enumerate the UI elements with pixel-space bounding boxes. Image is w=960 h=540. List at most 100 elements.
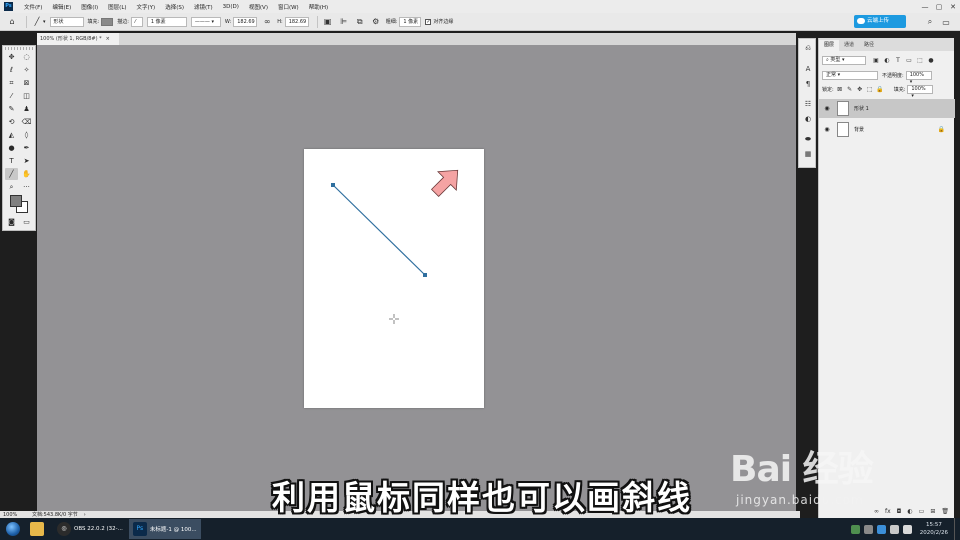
- taskbar-photoshop[interactable]: Ps 未标题-1 @ 100...: [128, 519, 201, 539]
- menu-view[interactable]: 视图(V): [244, 3, 273, 11]
- new-layer-icon[interactable]: ⊞: [930, 508, 935, 518]
- zoom-level[interactable]: 100%: [0, 512, 32, 518]
- tab-layers[interactable]: 图层: [819, 40, 840, 51]
- system-clock[interactable]: 15:57 2020/2/26: [914, 521, 954, 537]
- search-icon[interactable]: ⌕: [924, 16, 936, 28]
- menu-window[interactable]: 窗口(W): [273, 3, 304, 11]
- healing-brush-tool-icon[interactable]: ◫: [20, 90, 33, 102]
- stamp-tool-icon[interactable]: ♟: [20, 103, 33, 115]
- filter-type-icon[interactable]: T: [894, 57, 902, 65]
- dodge-tool-icon[interactable]: ●: [5, 142, 18, 154]
- blur-tool-icon[interactable]: ◊: [20, 129, 33, 141]
- network-icon[interactable]: [889, 524, 899, 534]
- document-info[interactable]: 文档:543.8K/0 字节: [32, 511, 78, 518]
- status-menu-arrow-icon[interactable]: ›: [84, 512, 86, 518]
- lasso-tool-icon[interactable]: ℓ: [5, 64, 18, 76]
- keyboard-icon[interactable]: [863, 524, 873, 534]
- line-tool-icon[interactable]: ╱: [31, 16, 43, 28]
- character-panel-icon[interactable]: A: [802, 64, 814, 75]
- filter-toggle-icon[interactable]: ●: [927, 57, 935, 65]
- foreground-color-swatch[interactable]: [10, 195, 22, 207]
- screen-mode-icon[interactable]: ▭: [20, 216, 33, 228]
- layer-row[interactable]: ◉ 形状 1: [819, 99, 955, 118]
- menu-type[interactable]: 文字(Y): [132, 3, 161, 11]
- document-canvas[interactable]: [304, 149, 484, 408]
- layer-filter-select[interactable]: ⌕ 类型 ▾: [822, 56, 866, 65]
- document-tab[interactable]: 100% (形状 1, RGB/8#) * ×: [37, 33, 119, 45]
- menu-help[interactable]: 帮助(H): [304, 3, 333, 11]
- volume-icon[interactable]: [902, 524, 912, 534]
- lock-artboard-icon[interactable]: ⬚: [866, 86, 874, 94]
- paragraph-panel-icon[interactable]: ¶: [802, 79, 814, 90]
- lock-position-icon[interactable]: ✥: [856, 86, 864, 94]
- toolbar-grip[interactable]: [5, 47, 33, 50]
- type-tool-icon[interactable]: T: [5, 155, 18, 167]
- marquee-tool-icon[interactable]: ◌: [20, 51, 33, 63]
- close-tab-icon[interactable]: ×: [106, 36, 110, 42]
- line-tool-icon[interactable]: ╱: [5, 168, 18, 180]
- history-panel-icon[interactable]: ⎌: [802, 43, 814, 54]
- start-button[interactable]: [0, 518, 26, 540]
- anchor-point-start[interactable]: [331, 183, 335, 187]
- maximize-button[interactable]: ▢: [932, 3, 946, 11]
- eraser-tool-icon[interactable]: ⌫: [20, 116, 33, 128]
- visibility-eye-icon[interactable]: ◉: [822, 126, 832, 133]
- zoom-tool-icon[interactable]: ⌕: [5, 181, 18, 193]
- tray-app-icon[interactable]: [850, 524, 860, 534]
- menu-layer[interactable]: 图层(L): [103, 3, 131, 11]
- anchor-point-end[interactable]: [423, 273, 427, 277]
- tray-app-icon[interactable]: [876, 524, 886, 534]
- stroke-swatch[interactable]: ⁄: [130, 16, 143, 27]
- align-edges-checkbox[interactable]: ✓: [425, 18, 432, 25]
- home-icon[interactable]: ⌂: [6, 16, 18, 28]
- diagonal-line-shape[interactable]: [332, 184, 426, 276]
- hand-tool-icon[interactable]: ✋: [20, 168, 33, 180]
- adjustments-panel-icon[interactable]: ◐: [802, 114, 814, 125]
- path-alignment-icon[interactable]: ⊫: [338, 16, 350, 28]
- brush-tool-icon[interactable]: ✎: [5, 103, 18, 115]
- crop-tool-icon[interactable]: ⌗: [5, 77, 18, 89]
- filter-adjustment-icon[interactable]: ◐: [883, 57, 891, 65]
- menu-file[interactable]: 文件(F): [19, 3, 47, 11]
- filter-shape-icon[interactable]: ▭: [905, 57, 913, 65]
- pen-tool-icon[interactable]: ✒: [20, 142, 33, 154]
- delete-layer-icon[interactable]: 🗑: [941, 508, 949, 518]
- show-desktop-button[interactable]: [954, 518, 960, 540]
- menu-image[interactable]: 图像(I): [76, 3, 103, 11]
- path-selection-tool-icon[interactable]: ➤: [20, 155, 33, 167]
- menu-select[interactable]: 选择(S): [160, 3, 189, 11]
- path-operations-icon[interactable]: ▣: [322, 16, 334, 28]
- lock-all-icon[interactable]: 🔒: [876, 86, 884, 94]
- taskbar-explorer[interactable]: [26, 519, 51, 539]
- minimize-button[interactable]: —: [918, 3, 932, 11]
- properties-panel-icon[interactable]: ☷: [802, 99, 814, 110]
- magic-wand-tool-icon[interactable]: ✧: [20, 64, 33, 76]
- gradient-tool-icon[interactable]: ◭: [5, 129, 18, 141]
- blend-mode-select[interactable]: 正常 ▾: [822, 71, 878, 80]
- eyedropper-tool-icon[interactable]: ⁄: [5, 90, 18, 102]
- lock-pixels-icon[interactable]: ✎: [846, 86, 854, 94]
- tab-paths[interactable]: 路径: [859, 40, 879, 51]
- lock-transparency-icon[interactable]: ⊠: [836, 86, 844, 94]
- layer-row[interactable]: ◉ 背景 🔒: [819, 120, 955, 139]
- link-icon[interactable]: ∞: [261, 16, 273, 28]
- frame-tool-icon[interactable]: ⊠: [20, 77, 33, 89]
- filter-smart-object-icon[interactable]: ⬚: [916, 57, 924, 65]
- gear-icon[interactable]: ⚙: [370, 16, 382, 28]
- path-arrangement-icon[interactable]: ⧉: [354, 16, 366, 28]
- fill-field[interactable]: 100% ▾: [907, 85, 934, 99]
- stroke-width-field[interactable]: 1 像素: [146, 16, 187, 27]
- history-brush-tool-icon[interactable]: ⟲: [5, 116, 18, 128]
- menu-filter[interactable]: 滤镜(T): [189, 3, 218, 11]
- tab-channels[interactable]: 通道: [839, 40, 859, 51]
- taskbar-obs[interactable]: ◎ OBS 22.0.2 (32-...: [53, 519, 127, 539]
- width-field[interactable]: 182.69: [233, 16, 258, 27]
- height-field[interactable]: 182.69: [284, 16, 309, 27]
- cloud-upload-button[interactable]: 云端上传: [854, 15, 906, 28]
- styles-panel-icon[interactable]: ⬬: [802, 134, 814, 145]
- menu-3d[interactable]: 3D(D): [218, 4, 244, 10]
- workspace-icon[interactable]: ▭: [940, 16, 952, 28]
- tool-mode-select[interactable]: 形状: [49, 16, 84, 27]
- opacity-field[interactable]: 100% ▾: [905, 71, 932, 85]
- menu-edit[interactable]: 编辑(E): [47, 3, 76, 11]
